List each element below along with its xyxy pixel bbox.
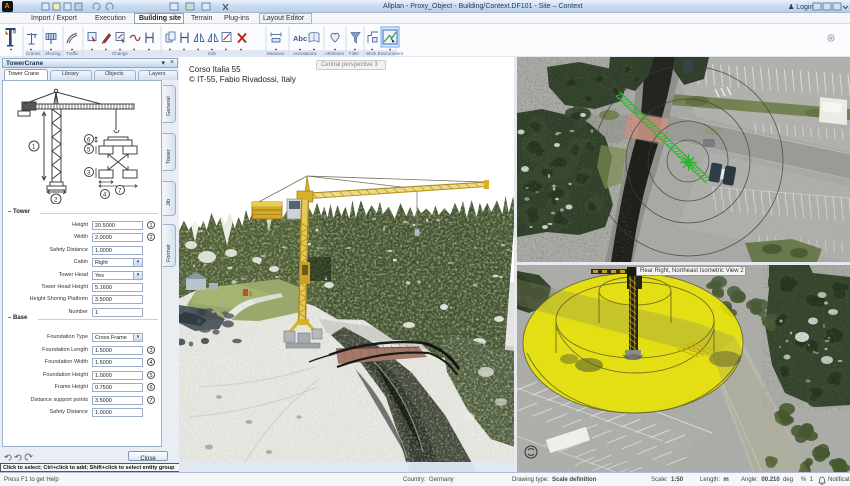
svg-text:Abc: Abc <box>293 34 307 43</box>
